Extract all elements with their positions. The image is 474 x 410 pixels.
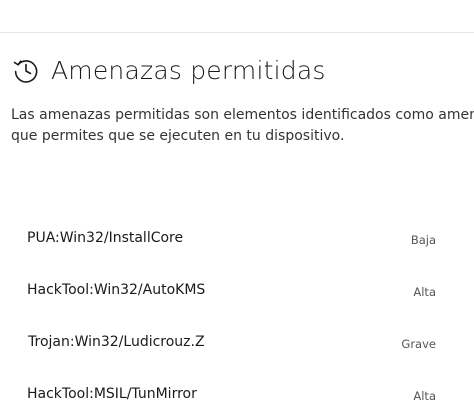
threat-list: PUA:Win32/InstallCore Baja HackTool:Win3… — [0, 214, 474, 410]
description-line-2: que permites que se ejecuten en tu dispo… — [11, 128, 345, 144]
threat-severity: Baja — [410, 233, 436, 247]
top-bar — [0, 0, 474, 33]
threat-name: HackTool:Win32/AutoKMS — [27, 282, 206, 298]
allowed-threats-page: Amenazas permitidas Las amenazas permiti… — [0, 0, 474, 410]
threat-name: HackTool:MSIL/TunMirror — [27, 386, 197, 402]
threat-row[interactable]: HackTool:Win32/AutoKMS Alta — [0, 266, 474, 318]
threat-severity: Grave — [401, 337, 436, 351]
threat-severity: Alta — [413, 389, 436, 403]
threat-row[interactable]: Trojan:Win32/Ludicrouz.Z Grave — [0, 318, 474, 370]
page-title: Amenazas permitidas — [51, 55, 326, 85]
threat-row[interactable]: HackTool:MSIL/TunMirror Alta — [0, 370, 474, 410]
description-line-1: Las amenazas permitidas son elementos id… — [11, 107, 474, 123]
page-header: Amenazas permitidas — [11, 55, 326, 85]
history-icon — [11, 55, 41, 85]
threat-name: PUA:Win32/InstallCore — [27, 230, 184, 246]
page-description: Las amenazas permitidas son elementos id… — [11, 105, 474, 147]
threat-row[interactable]: PUA:Win32/InstallCore Baja — [0, 214, 474, 266]
threat-name: Trojan:Win32/Ludicrouz.Z — [28, 334, 205, 350]
threat-severity: Alta — [413, 285, 436, 299]
